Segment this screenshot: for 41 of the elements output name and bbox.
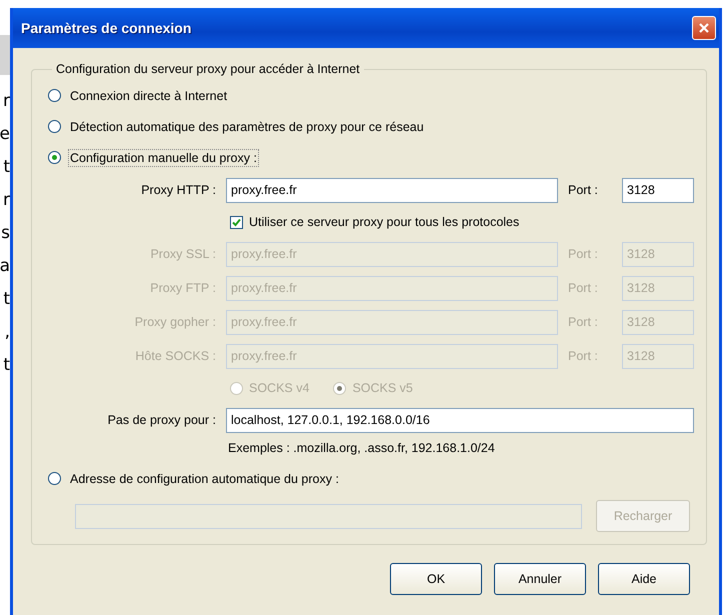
- background-text: r: [3, 189, 10, 212]
- background-text: t: [3, 288, 10, 311]
- field-label: Proxy gopher :: [134, 314, 216, 331]
- radio-label[interactable]: Connexion directe à Internet: [70, 88, 228, 102]
- port-field[interactable]: 3128: [622, 178, 694, 202]
- radio-label[interactable]: Détection automatique des paramètres de proxy pour ce réseau: [70, 120, 424, 134]
- radio-label[interactable]: Configuration manuelle du proxy :: [70, 150, 257, 164]
- dialog-button[interactable]: Aide: [598, 563, 690, 595]
- group-title: Configuration du serveur proxy pour accéder à Internet: [55, 62, 361, 76]
- background-text: e: [0, 123, 10, 146]
- port-label: Port :: [568, 349, 599, 363]
- field-label: Proxy SSL :: [149, 246, 216, 263]
- radio-label[interactable]: Adresse de configuration automatique du proxy :: [70, 472, 339, 486]
- field-label: Proxy HTTP :: [140, 182, 216, 199]
- port-label: Port :: [568, 281, 599, 295]
- radio-button[interactable]: [48, 89, 61, 102]
- radio-button[interactable]: [48, 120, 61, 133]
- background-text: t: [3, 156, 10, 179]
- examples-hint: Exemples : .mozilla.org, .asso.fr, 192.168.1.0/24: [227, 440, 496, 457]
- checkbox-label[interactable]: Utiliser ce serveur proxy pour tous les protocoles: [249, 215, 520, 229]
- field-label: Pas de proxy pour :: [106, 412, 216, 429]
- radio-button[interactable]: [48, 472, 61, 485]
- port-label: Port :: [568, 315, 599, 329]
- proxy-host-field[interactable]: proxy.free.fr: [226, 178, 558, 202]
- port-label: Port :: [568, 247, 599, 261]
- checkbox[interactable]: [230, 216, 243, 228]
- background-text: r: [3, 90, 10, 113]
- background-bar: [0, 35, 10, 75]
- background-text: ,: [4, 321, 10, 344]
- no-proxy-field[interactable]: localhost, 127.0.0.1, 192.168.0.0/16: [226, 408, 694, 432]
- background-text: s: [1, 222, 10, 245]
- field-label: Proxy FTP :: [149, 280, 216, 297]
- port-label: Port :: [568, 183, 599, 197]
- close-icon[interactable]: [692, 16, 716, 40]
- field-label: Hôte SOCKS :: [134, 348, 216, 365]
- dialog-button[interactable]: OK: [390, 563, 482, 595]
- window-title: Paramètres de connexion: [21, 20, 192, 36]
- background-text: a: [0, 255, 10, 278]
- radio-button[interactable]: [48, 151, 61, 164]
- dialog-button[interactable]: Annuler: [494, 563, 586, 595]
- background-text: t: [3, 354, 10, 377]
